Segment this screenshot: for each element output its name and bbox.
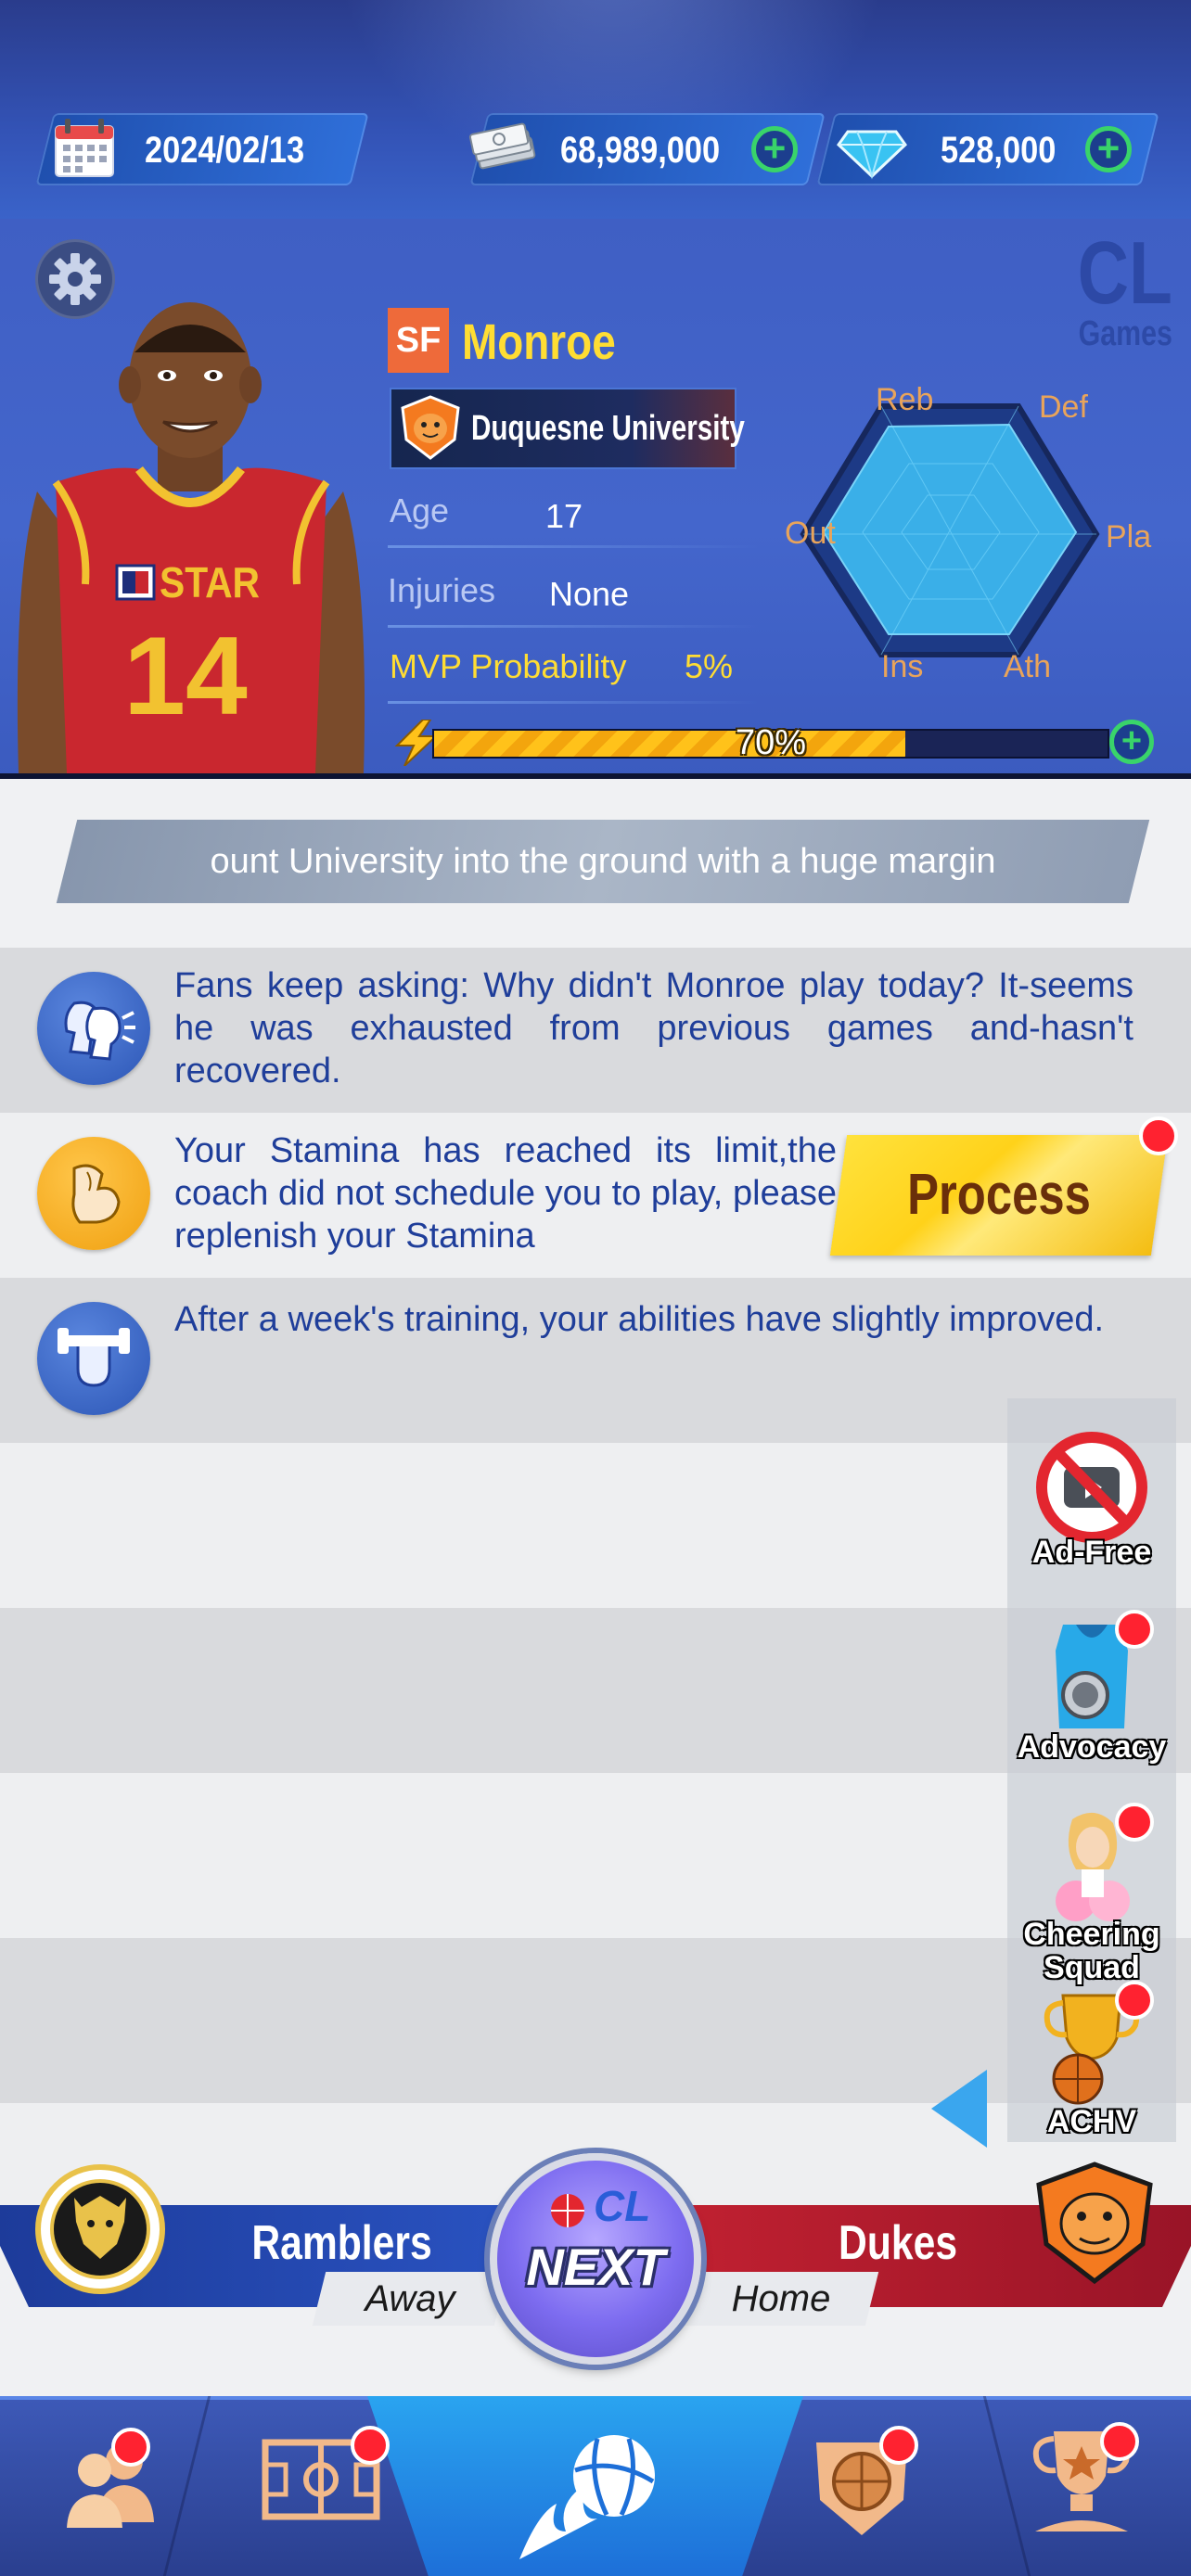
tired-arm-icon xyxy=(37,1137,150,1250)
notification-dot xyxy=(111,2428,150,2467)
people-icon xyxy=(67,2442,154,2528)
cash-amount: 68,989,000 xyxy=(560,130,721,171)
dumbbell-icon xyxy=(37,1302,150,1415)
divider xyxy=(388,625,759,628)
collapse-arrow-icon[interactable] xyxy=(931,2070,987,2148)
notification-dot xyxy=(1115,1981,1154,2020)
tiger-team-logo-icon[interactable] xyxy=(1030,2159,1159,2289)
mvp-value: 5% xyxy=(685,647,734,685)
process-label[interactable]: Process xyxy=(867,1135,1131,1256)
notification-dot xyxy=(351,2426,390,2465)
add-cash-button[interactable]: + xyxy=(751,126,798,172)
news-text: Your Stamina has reached its limit,the c… xyxy=(174,1131,837,1256)
cash-icon xyxy=(467,115,542,180)
achv-label: ACHV xyxy=(1046,2104,1137,2139)
player-name: Monroe xyxy=(462,314,616,370)
wolf-logo-icon[interactable] xyxy=(35,2164,165,2294)
notification-dot xyxy=(879,2426,918,2465)
next-label[interactable]: NEXT xyxy=(490,2237,701,2297)
injuries-label: Injuries xyxy=(388,571,496,609)
divider xyxy=(388,545,759,548)
top-bar xyxy=(0,0,1191,219)
nav-play-button[interactable] xyxy=(501,2420,677,2569)
news-text: Fans keep asking: Why didn't Monroe play… xyxy=(174,966,1133,1090)
notification-dot xyxy=(1115,1610,1154,1649)
flaming-basketball-icon xyxy=(519,2435,655,2559)
radar-label-pla: Pla xyxy=(1106,519,1152,555)
calendar-icon xyxy=(52,117,117,180)
away-team-name: Ramblers xyxy=(251,2216,432,2270)
position-badge: SF xyxy=(388,308,449,373)
fans-talking-icon xyxy=(37,972,150,1085)
radar-label-def: Def xyxy=(1039,389,1088,425)
university-name: Duquesne University xyxy=(471,409,745,448)
cl-games-watermark: CL Games xyxy=(1077,223,1172,353)
divider xyxy=(388,701,759,704)
add-diamond-button[interactable]: + xyxy=(1085,126,1132,172)
diamond-amount: 528,000 xyxy=(941,130,1057,171)
injuries-value: None xyxy=(549,575,630,613)
age-value: 17 xyxy=(545,497,583,535)
stamina-percent: 70% xyxy=(735,723,807,762)
ad-free-label: Ad-Free xyxy=(1031,1535,1152,1570)
no-ads-icon xyxy=(1036,1432,1147,1543)
home-label: Home xyxy=(731,2278,831,2319)
away-label: Away xyxy=(365,2278,455,2319)
advocacy-label: Advocacy xyxy=(1017,1729,1167,1765)
cheering-squad-label: Cheering Squad xyxy=(1023,1917,1160,1985)
notification-dot xyxy=(1100,2422,1139,2461)
notification-dot xyxy=(1115,1803,1154,1842)
add-stamina-button[interactable]: + xyxy=(1109,720,1154,764)
jersey-number: 14 xyxy=(123,614,248,738)
headline-text: ount University into the ground with a h… xyxy=(210,842,996,881)
tiger-logo-icon xyxy=(397,393,464,462)
radar-label-reb: Reb xyxy=(876,382,934,417)
news-text: After a week's training, your abilities … xyxy=(174,1300,1105,1339)
date-text: 2024/02/13 xyxy=(145,130,305,171)
diamond-icon xyxy=(835,119,909,180)
radar-label-ath: Ath xyxy=(1004,649,1052,684)
mvp-label: MVP Probability xyxy=(390,647,627,685)
radar-label-ins: Ins xyxy=(881,649,924,684)
player-portrait: STAR 14 xyxy=(0,278,380,773)
home-team-name: Dukes xyxy=(839,2216,958,2270)
age-label: Age xyxy=(390,491,450,529)
radar-label-out: Out xyxy=(785,516,836,551)
notification-dot xyxy=(1139,1116,1178,1155)
nav-team-button[interactable] xyxy=(48,2420,169,2541)
cl-logo-text: CL xyxy=(594,2182,651,2230)
jersey-text: STAR xyxy=(160,558,260,606)
